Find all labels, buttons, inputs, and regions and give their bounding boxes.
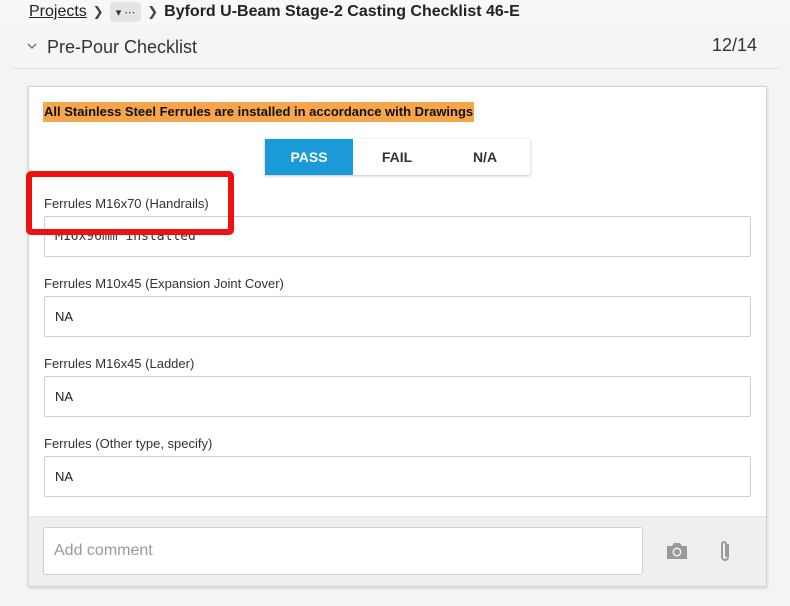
section-progress-count: 12/14: [711, 35, 757, 55]
breadcrumb-current: Byford U-Beam Stage-2 Casting Checklist …: [164, 3, 520, 20]
chevron-right-icon: ❯: [147, 4, 159, 19]
fail-button[interactable]: FAIL: [353, 139, 441, 175]
breadcrumb: Projects ❯ ▾ ⋯ ❯ Byford U-Beam Stage-2 C…: [0, 0, 790, 24]
field-label-other: Ferrules (Other type, specify): [44, 436, 213, 451]
field-input-other[interactable]: NA: [44, 456, 751, 497]
section-header[interactable]: Pre-Pour Checklist 12/14: [12, 27, 780, 69]
section-title: Pre-Pour Checklist: [47, 37, 198, 57]
ellipsis-icon: ⋯: [124, 6, 136, 19]
comment-bar: [29, 516, 766, 586]
pass-button[interactable]: PASS: [265, 139, 353, 175]
chevron-right-icon: ❯: [92, 4, 104, 19]
field-label-handrails: Ferrules M16x70 (Handrails): [44, 196, 209, 211]
chevron-down-icon[interactable]: [26, 40, 38, 52]
question-text: All Stainless Steel Ferrules are install…: [43, 102, 475, 122]
field-input-expansion-joint[interactable]: NA: [44, 296, 751, 337]
camera-icon[interactable]: [665, 541, 689, 561]
field-label-ladder: Ferrules M16x45 (Ladder): [44, 356, 195, 371]
paperclip-icon[interactable]: [717, 539, 733, 565]
checklist-item-card: All Stainless Steel Ferrules are install…: [28, 86, 767, 587]
field-label-expansion-joint: Ferrules M10x45 (Expansion Joint Cover): [44, 276, 284, 291]
field-input-handrails[interactable]: M16x96mm installed: [44, 216, 751, 257]
pass-fail-toggle: PASS FAIL N/A: [265, 139, 530, 175]
na-button[interactable]: N/A: [441, 139, 529, 175]
caret-down-icon: ▾: [115, 6, 122, 19]
field-input-ladder[interactable]: NA: [44, 376, 751, 417]
comment-input[interactable]: [43, 527, 643, 575]
breadcrumb-more-button[interactable]: ▾ ⋯: [109, 2, 142, 22]
breadcrumb-projects-link[interactable]: Projects: [29, 3, 87, 21]
